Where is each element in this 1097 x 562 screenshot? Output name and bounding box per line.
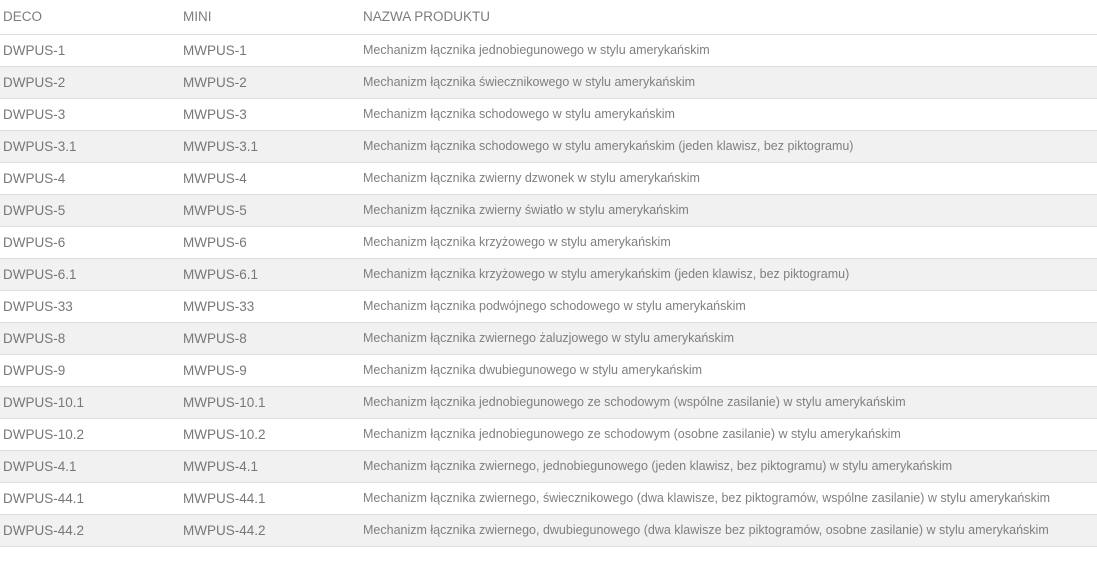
product-name: Mechanizm łącznika zwiernego żaluzjowego…	[363, 331, 734, 345]
product-name: Mechanizm łącznika zwiernego, świeczniko…	[363, 491, 1051, 505]
table-header: DECO MINI NAZWA PRODUKTU	[0, 0, 1097, 34]
mini-code: MWPUS-10.1	[183, 394, 266, 410]
table-row: DWPUS-6.1 MWPUS-6.1 Mechanizm łącznika k…	[0, 258, 1097, 290]
deco-code: DWPUS-44.2	[3, 522, 85, 538]
deco-code: DWPUS-6.1	[3, 266, 77, 282]
deco-code: DWPUS-8	[3, 330, 66, 346]
column-header-deco: DECO	[3, 9, 43, 25]
table-row: DWPUS-2 MWPUS-2 Mechanizm łącznika świec…	[0, 66, 1097, 98]
table-row: DWPUS-33 MWPUS-33 Mechanizm łącznika pod…	[0, 290, 1097, 322]
mini-code: MWPUS-2	[183, 74, 247, 90]
product-name: Mechanizm łącznika zwiernego, dwubieguno…	[363, 523, 1049, 537]
table-row: DWPUS-10.2 MWPUS-10.2 Mechanizm łącznika…	[0, 418, 1097, 450]
table-row: DWPUS-44.1 MWPUS-44.1 Mechanizm łącznika…	[0, 482, 1097, 514]
table-row: DWPUS-10.1 MWPUS-10.1 Mechanizm łącznika…	[0, 386, 1097, 418]
deco-code: DWPUS-2	[3, 74, 66, 90]
mini-code: MWPUS-3	[183, 106, 247, 122]
table-row: DWPUS-9 MWPUS-9 Mechanizm łącznika dwubi…	[0, 354, 1097, 386]
mini-code: MWPUS-1	[183, 42, 247, 58]
deco-code: DWPUS-3	[3, 106, 66, 122]
product-name: Mechanizm łącznika dwubiegunowego w styl…	[363, 363, 703, 377]
mini-code: MWPUS-8	[183, 330, 247, 346]
deco-code: DWPUS-10.1	[3, 394, 85, 410]
deco-code: DWPUS-4.1	[3, 458, 77, 474]
table-row: DWPUS-4 MWPUS-4 Mechanizm łącznika zwier…	[0, 162, 1097, 194]
table-row: DWPUS-8 MWPUS-8 Mechanizm łącznika zwier…	[0, 322, 1097, 354]
table-row: DWPUS-5 MWPUS-5 Mechanizm łącznika zwier…	[0, 194, 1097, 226]
product-name: Mechanizm łącznika podwójnego schodowego…	[363, 299, 746, 313]
table-row: DWPUS-4.1 MWPUS-4.1 Mechanizm łącznika z…	[0, 450, 1097, 482]
product-name: Mechanizm łącznika schodowego w stylu am…	[363, 139, 854, 153]
deco-code: DWPUS-33	[3, 298, 73, 314]
table-row: DWPUS-3.1 MWPUS-3.1 Mechanizm łącznika s…	[0, 130, 1097, 162]
mini-code: MWPUS-44.1	[183, 490, 266, 506]
deco-code: DWPUS-1	[3, 42, 66, 58]
table-row: DWPUS-1 MWPUS-1 Mechanizm łącznika jedno…	[0, 34, 1097, 66]
deco-code: DWPUS-9	[3, 362, 66, 378]
deco-code: DWPUS-6	[3, 234, 66, 250]
mini-code: MWPUS-6.1	[183, 266, 259, 282]
product-name: Mechanizm łącznika jednobiegunowego ze s…	[363, 427, 901, 441]
table-body: DWPUS-1 MWPUS-1 Mechanizm łącznika jedno…	[0, 34, 1097, 546]
product-name: Mechanizm łącznika zwierny dzwonek w sty…	[363, 171, 700, 185]
deco-code: DWPUS-10.2	[3, 426, 85, 442]
mini-code: MWPUS-4	[183, 170, 247, 186]
deco-code: DWPUS-4	[3, 170, 66, 186]
deco-code: DWPUS-5	[3, 202, 66, 218]
table-row: DWPUS-44.2 MWPUS-44.2 Mechanizm łącznika…	[0, 514, 1097, 546]
deco-code: DWPUS-3.1	[3, 138, 77, 154]
mini-code: MWPUS-10.2	[183, 426, 266, 442]
product-name: Mechanizm łącznika schodowego w stylu am…	[363, 107, 675, 121]
product-name: Mechanizm łącznika jednobiegunowego w st…	[363, 43, 710, 57]
table-row: DWPUS-3 MWPUS-3 Mechanizm łącznika schod…	[0, 98, 1097, 130]
column-header-product-name: NAZWA PRODUKTU	[363, 9, 491, 25]
deco-code: DWPUS-44.1	[3, 490, 85, 506]
mini-code: MWPUS-5	[183, 202, 247, 218]
product-table: DECO MINI NAZWA PRODUKTU DWPUS-1 MWPUS-1…	[0, 0, 1097, 547]
product-name: Mechanizm łącznika świecznikowego w styl…	[363, 75, 696, 89]
mini-code: MWPUS-4.1	[183, 458, 259, 474]
mini-code: MWPUS-9	[183, 362, 247, 378]
table-row: DWPUS-6 MWPUS-6 Mechanizm łącznika krzyż…	[0, 226, 1097, 258]
mini-code: MWPUS-3.1	[183, 138, 259, 154]
mini-code: MWPUS-33	[183, 298, 255, 314]
mini-code: MWPUS-44.2	[183, 522, 266, 538]
product-name: Mechanizm łącznika zwierny światło w sty…	[363, 203, 689, 217]
product-name: Mechanizm łącznika jednobiegunowego ze s…	[363, 395, 906, 409]
mini-code: MWPUS-6	[183, 234, 247, 250]
product-name: Mechanizm łącznika zwiernego, jednobiegu…	[363, 459, 953, 473]
product-name: Mechanizm łącznika krzyżowego w stylu am…	[363, 267, 850, 281]
column-header-mini: MINI	[183, 9, 212, 25]
header-row: DECO MINI NAZWA PRODUKTU	[0, 0, 1097, 34]
product-name: Mechanizm łącznika krzyżowego w stylu am…	[363, 235, 671, 249]
